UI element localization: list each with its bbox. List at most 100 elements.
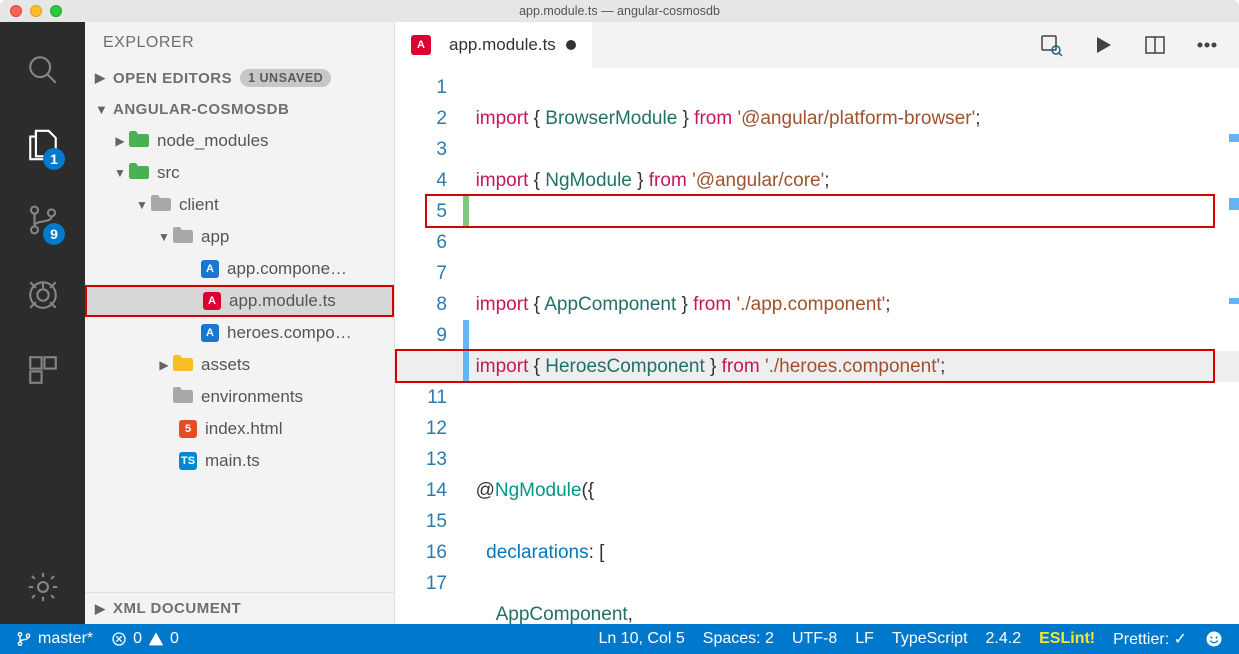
prettier-status[interactable]: Prettier: ✓ — [1107, 629, 1193, 649]
tree-item-label: environments — [201, 387, 303, 407]
xml-document-label: XML DOCUMENT — [113, 600, 241, 617]
window-controls — [0, 5, 62, 17]
chevron-down-icon: ▼ — [135, 198, 149, 212]
tree-item-src[interactable]: ▼ src — [85, 157, 394, 189]
search-activity[interactable] — [0, 32, 85, 107]
tree-item-client[interactable]: ▼ client — [85, 189, 394, 221]
project-name: ANGULAR-COSMOSDB — [113, 101, 289, 118]
bug-icon — [26, 278, 60, 312]
unsaved-badge: 1 UNSAVED — [240, 69, 331, 87]
xml-document-section[interactable]: ▶ XML DOCUMENT — [85, 592, 394, 624]
tree-item-index-html[interactable]: 5 index.html — [85, 413, 394, 445]
branch-name: master* — [38, 630, 93, 648]
project-section[interactable]: ▼ ANGULAR-COSMOSDB — [85, 94, 394, 125]
chevron-down-icon: ▼ — [95, 102, 109, 117]
error-count: 0 — [133, 630, 142, 648]
smiley-icon — [1205, 630, 1223, 648]
tree-item-label: main.ts — [205, 451, 260, 471]
search-icon — [26, 53, 60, 87]
tab-filename: app.module.ts — [449, 35, 556, 55]
minimize-window-button[interactable] — [30, 5, 42, 17]
editor-pane: A app.module.ts 123456789101112131415161… — [395, 22, 1239, 624]
line-numbers: 1234567891011121314151617 — [395, 68, 465, 624]
tree-item-node-modules[interactable]: ▶ node_modules — [85, 125, 394, 157]
code-editor[interactable]: 1234567891011121314151617 import { Brows… — [395, 68, 1239, 624]
more-icon[interactable] — [1195, 33, 1219, 57]
tree-item-label: app.module.ts — [229, 291, 336, 311]
scm-activity[interactable]: 9 — [0, 182, 85, 257]
chevron-down-icon: ▼ — [113, 166, 127, 180]
warning-count: 0 — [170, 630, 179, 648]
folder-icon — [129, 163, 149, 184]
extensions-icon — [26, 353, 60, 387]
status-bar: master* 0 0 Ln 10, Col 5 Spaces: 2 UTF-8… — [0, 624, 1239, 654]
ts-version-status[interactable]: 2.4.2 — [980, 630, 1028, 648]
tree-item-app-component[interactable]: A app.compone… — [85, 253, 394, 285]
tree-item-main-ts[interactable]: TS main.ts — [85, 445, 394, 477]
open-editors-section[interactable]: ▶ OPEN EDITORS 1 UNSAVED — [85, 62, 394, 94]
eslint-status[interactable]: ESLint! — [1033, 630, 1101, 648]
tree-item-label: node_modules — [157, 131, 269, 151]
chevron-right-icon: ▶ — [95, 601, 109, 617]
warning-icon — [148, 631, 164, 647]
error-icon — [111, 631, 127, 647]
folder-icon — [151, 195, 171, 216]
explorer-badge: 1 — [43, 148, 65, 170]
window-title: app.module.ts — angular-cosmosdb — [519, 4, 720, 18]
activity-bar: 1 9 — [0, 22, 85, 624]
editor-actions — [1039, 33, 1239, 57]
typescript-icon: TS — [179, 452, 197, 470]
folder-icon — [173, 387, 193, 408]
open-editors-label: OPEN EDITORS — [113, 70, 232, 87]
file-tree: ▶ node_modules ▼ src ▼ client ▼ app A — [85, 125, 394, 477]
eol-status[interactable]: LF — [849, 630, 880, 648]
chevron-right-icon: ▶ — [95, 70, 109, 86]
folder-icon — [129, 131, 149, 152]
tree-item-label: heroes.compo… — [227, 323, 352, 343]
angular-icon: A — [203, 292, 221, 310]
maximize-window-button[interactable] — [50, 5, 62, 17]
gear-icon — [26, 570, 60, 604]
close-window-button[interactable] — [10, 5, 22, 17]
git-branch-status[interactable]: master* — [10, 630, 99, 648]
folder-icon — [173, 355, 193, 376]
tree-item-label: app.compone… — [227, 259, 347, 279]
tree-item-environments[interactable]: ▶ environments — [85, 381, 394, 413]
branch-icon — [16, 631, 32, 647]
problems-status[interactable]: 0 0 — [105, 630, 185, 648]
chevron-down-icon: ▼ — [157, 230, 171, 244]
dirty-indicator-icon — [566, 40, 576, 50]
scm-badge: 9 — [43, 223, 65, 245]
tree-item-app-module[interactable]: A app.module.ts — [85, 285, 394, 317]
code-content: import { BrowserModule } from '@angular/… — [465, 68, 1239, 624]
explorer-sidebar: EXPLORER ▶ OPEN EDITORS 1 UNSAVED ▼ ANGU… — [85, 22, 395, 624]
indentation-status[interactable]: Spaces: 2 — [697, 630, 780, 648]
chevron-right-icon: ▶ — [113, 134, 127, 148]
overview-ruler[interactable] — [1229, 68, 1239, 624]
tree-item-label: index.html — [205, 419, 282, 439]
folder-icon — [173, 227, 193, 248]
angular-icon: A — [411, 35, 431, 55]
explorer-title: EXPLORER — [85, 22, 394, 62]
chevron-right-icon: ▶ — [157, 358, 171, 372]
split-editor-icon[interactable] — [1143, 33, 1167, 57]
angular-icon: A — [201, 260, 219, 278]
explorer-activity[interactable]: 1 — [0, 107, 85, 182]
tree-item-label: assets — [201, 355, 250, 375]
tab-app-module[interactable]: A app.module.ts — [395, 22, 592, 68]
settings-activity[interactable] — [0, 549, 85, 624]
cursor-position-status[interactable]: Ln 10, Col 5 — [593, 630, 691, 648]
extensions-activity[interactable] — [0, 332, 85, 407]
language-status[interactable]: TypeScript — [886, 630, 974, 648]
tree-item-label: client — [179, 195, 219, 215]
debug-activity[interactable] — [0, 257, 85, 332]
tree-item-heroes-component[interactable]: A heroes.compo… — [85, 317, 394, 349]
run-icon[interactable] — [1091, 33, 1115, 57]
encoding-status[interactable]: UTF-8 — [786, 630, 843, 648]
tree-item-label: src — [157, 163, 180, 183]
tree-item-assets[interactable]: ▶ assets — [85, 349, 394, 381]
tree-item-app[interactable]: ▼ app — [85, 221, 394, 253]
angular-icon: A — [201, 324, 219, 342]
show-references-icon[interactable] — [1039, 33, 1063, 57]
feedback-status[interactable] — [1199, 630, 1229, 648]
